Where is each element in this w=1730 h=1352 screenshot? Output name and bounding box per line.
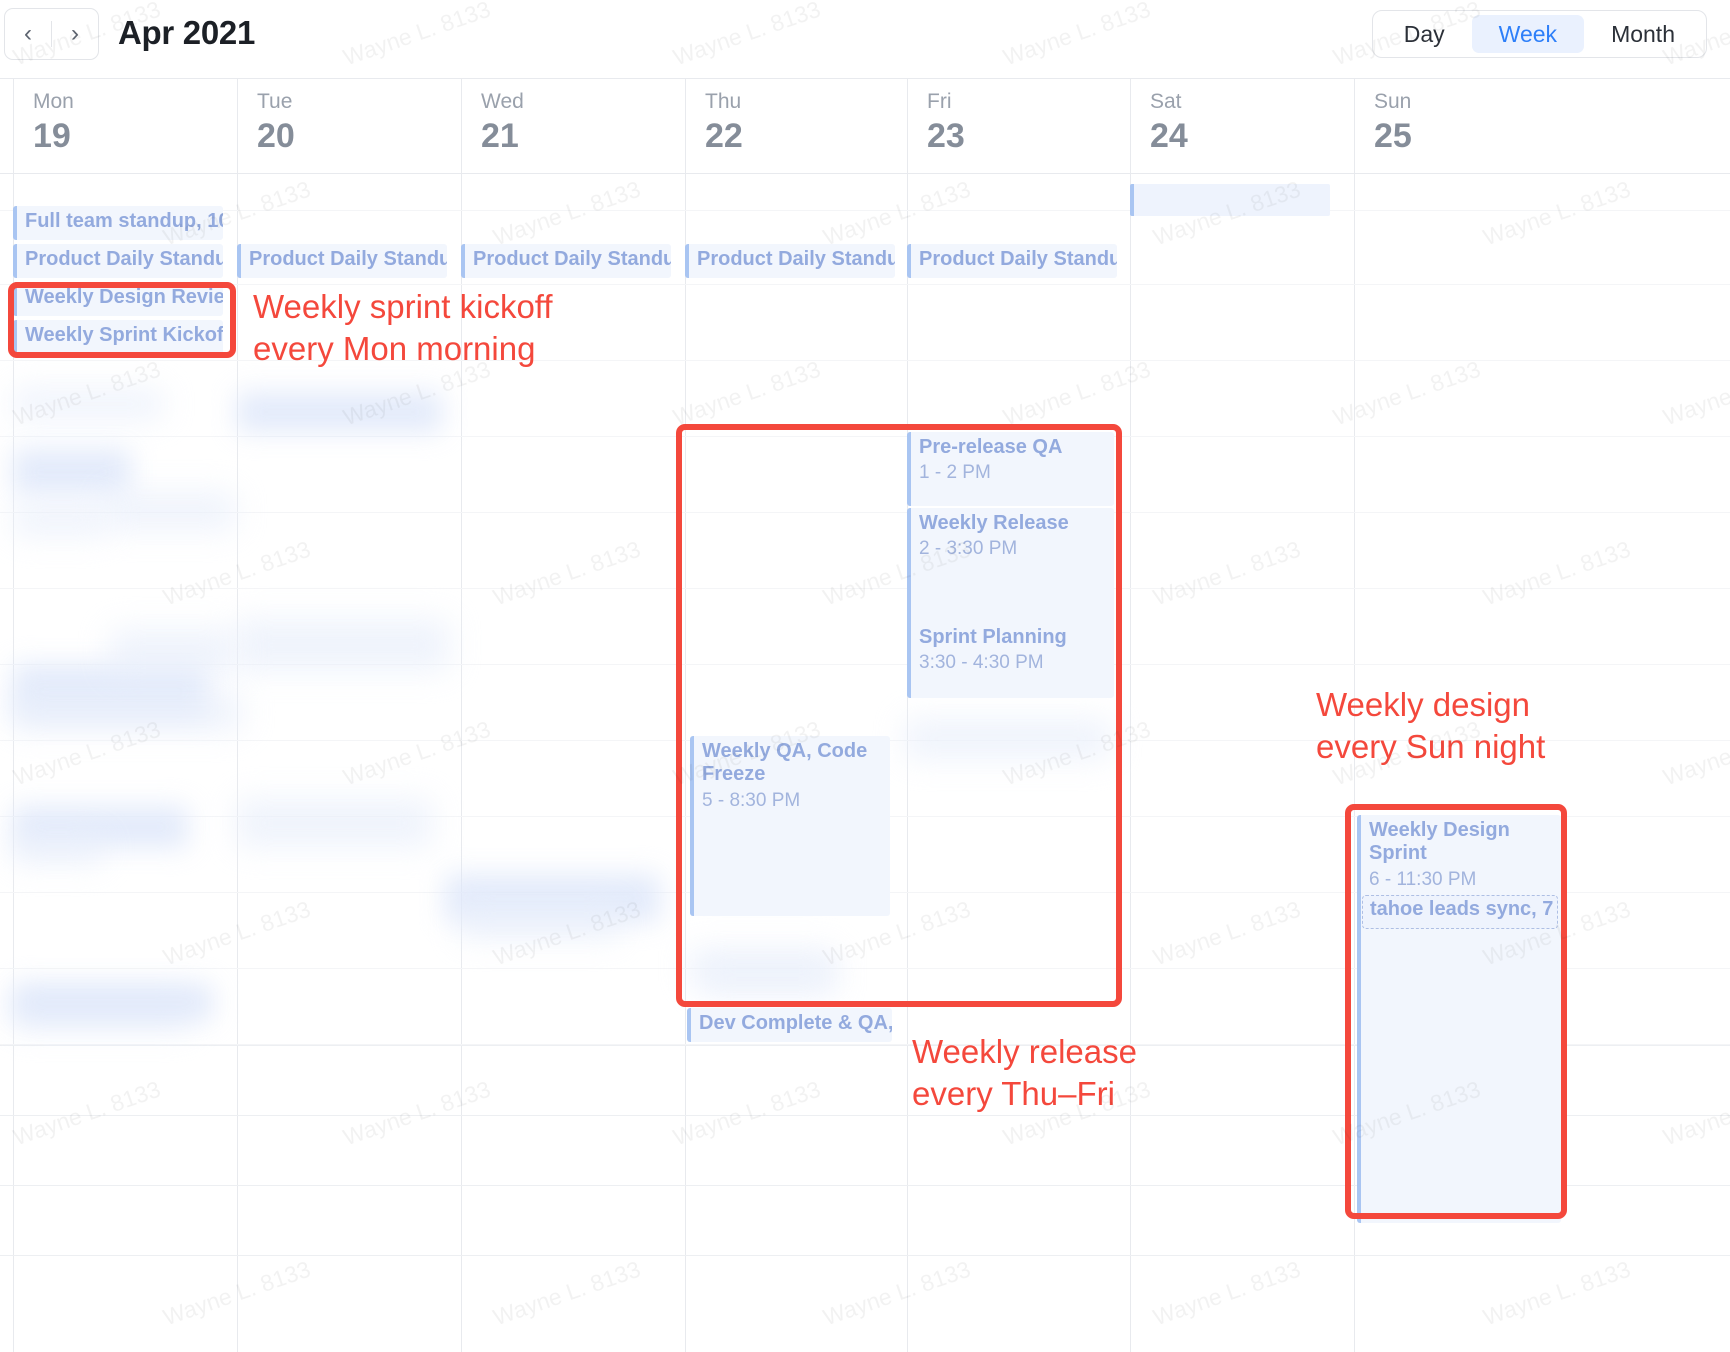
- redacted-event-block: [105, 492, 235, 530]
- hour-divider: [907, 360, 1730, 361]
- view-switcher: Day Week Month: [1371, 10, 1707, 58]
- day-of-week-label: Thu: [705, 90, 742, 113]
- calendar-event[interactable]: Weekly QA, Code Freeze 5 - 8:30 PM: [690, 736, 890, 916]
- column-divider: [1354, 174, 1355, 1352]
- redacted-event-block: [13, 834, 103, 864]
- calendar-event[interactable]: Full team standup, 10: [13, 206, 223, 240]
- day-number-label: 20: [257, 117, 295, 156]
- redacted-event-block: [13, 389, 163, 419]
- redacted-event-block: [13, 504, 108, 536]
- column-divider: [461, 174, 462, 1352]
- calendar-event[interactable]: Weekly Design Revie: [13, 282, 223, 316]
- day-number-label: 25: [1374, 117, 1412, 156]
- tab-week[interactable]: Week: [1471, 15, 1585, 53]
- day-of-week-label: Wed: [481, 90, 524, 113]
- hour-divider: [1130, 588, 1730, 589]
- redacted-event-block: [110, 629, 235, 674]
- day-header-thu[interactable]: Thu 22: [685, 79, 909, 174]
- event-time: 3:30 - 4:30 PM: [919, 652, 1044, 674]
- calendar-event[interactable]: Sprint Planning 3:30 - 4:30 PM: [907, 622, 1114, 698]
- chevron-right-icon[interactable]: ›: [52, 9, 98, 59]
- calendar-event[interactable]: Product Daily Standu: [685, 244, 895, 278]
- event-title: Product Daily Standu: [473, 248, 671, 270]
- event-title: Product Daily Standu: [249, 248, 447, 270]
- event-time: 5 - 8:30 PM: [702, 789, 801, 811]
- event-chip[interactable]: tahoe leads sync, 7: [1362, 895, 1558, 929]
- day-header-fri[interactable]: Fri 23: [907, 79, 1131, 174]
- calendar-event[interactable]: Product Daily Standu: [13, 244, 223, 278]
- calendar-event[interactable]: Dev Complete & QA,: [687, 1008, 892, 1042]
- day-header-row: Mon 19 Tue 20 Wed 21 Thu 22 Fri 23 Sat 24 Sun 25: [0, 78, 1730, 174]
- event-time: 1 - 2 PM: [919, 462, 991, 484]
- day-number-label: 22: [705, 117, 743, 156]
- calendar-toolbar: ‹ › Apr 2021 Day Week Month: [0, 0, 1730, 78]
- event-title: Product Daily Standu: [25, 248, 223, 270]
- hour-divider: [1130, 664, 1730, 665]
- tab-month[interactable]: Month: [1584, 15, 1702, 53]
- redacted-event-block: [700, 964, 835, 994]
- calendar-event[interactable]: Weekly Design Sprint 6 - 11:30 PM: [1357, 815, 1561, 1223]
- event-title: Weekly Release: [919, 512, 1069, 534]
- column-divider: [685, 174, 686, 1352]
- day-of-week-label: Fri: [927, 90, 952, 113]
- date-nav-group: ‹ ›: [4, 8, 99, 60]
- calendar-event[interactable]: Product Daily Standu: [907, 244, 1117, 278]
- hour-divider: [0, 1255, 1730, 1256]
- column-divider: [1130, 174, 1131, 1352]
- redacted-event-block: [237, 619, 449, 671]
- event-title: Product Daily Standu: [697, 248, 895, 270]
- tab-day[interactable]: Day: [1377, 15, 1472, 53]
- day-of-week-label: Mon: [33, 90, 74, 113]
- day-header-mon[interactable]: Mon 19: [13, 79, 237, 174]
- calendar-event[interactable]: Weekly Release 2 - 3:30 PM: [907, 508, 1114, 632]
- day-header-tue[interactable]: Tue 20: [237, 79, 461, 174]
- column-divider: [237, 174, 238, 1352]
- event-title: Weekly Sprint Kickof: [25, 324, 223, 346]
- event-time: 6 - 11:30 PM: [1369, 868, 1477, 890]
- day-header-sat[interactable]: Sat 24: [1130, 79, 1354, 174]
- event-title: Weekly QA, Code Freeze: [702, 740, 868, 786]
- redacted-event-block: [13, 694, 243, 730]
- event-title: Full team standup, 10: [25, 210, 223, 232]
- page-title: Apr 2021: [118, 14, 256, 51]
- event-title: Sprint Planning: [919, 626, 1067, 648]
- event-title: Product Daily Standu: [919, 248, 1117, 270]
- hour-divider: [907, 284, 1730, 285]
- day-number-label: 21: [481, 117, 519, 156]
- redacted-event-block: [13, 449, 131, 495]
- redacted-event-block: [905, 719, 1110, 759]
- selected-time-block[interactable]: [1130, 184, 1330, 216]
- hour-divider: [907, 892, 1730, 893]
- event-title: Weekly Design Sprint: [1369, 819, 1510, 865]
- calendar-week-view: Full team standup, 10 Product Daily Stand…: [0, 0, 1730, 1352]
- event-title: Pre-release QA: [919, 436, 1063, 458]
- calendar-event[interactable]: Pre-release QA 1 - 2 PM: [907, 432, 1114, 506]
- redacted-event-block: [460, 904, 620, 939]
- event-title: Dev Complete & QA,: [699, 1012, 892, 1034]
- event-title: Weekly Design Revie: [25, 286, 223, 308]
- chevron-left-icon[interactable]: ‹: [5, 9, 51, 59]
- hour-divider: [907, 816, 1730, 817]
- day-number-label: 23: [927, 117, 965, 156]
- event-time: 2 - 3:30 PM: [919, 538, 1018, 560]
- day-number-label: 19: [33, 117, 71, 156]
- calendar-grid[interactable]: Full team standup, 10 Product Daily Stand…: [0, 174, 1730, 1352]
- redacted-event-block: [237, 392, 442, 432]
- calendar-event[interactable]: Product Daily Standu: [461, 244, 671, 278]
- day-of-week-label: Tue: [257, 90, 293, 113]
- day-number-label: 24: [1150, 117, 1188, 156]
- day-of-week-label: Sun: [1374, 90, 1412, 113]
- redacted-event-block: [13, 984, 213, 1020]
- day-of-week-label: Sat: [1150, 90, 1182, 113]
- day-header-wed[interactable]: Wed 21: [461, 79, 685, 174]
- calendar-event[interactable]: Weekly Sprint Kickof: [13, 320, 223, 354]
- calendar-event[interactable]: Product Daily Standu: [237, 244, 447, 278]
- day-header-sun[interactable]: Sun 25: [1354, 79, 1578, 174]
- redacted-event-block: [237, 799, 432, 847]
- column-divider: [907, 174, 908, 1352]
